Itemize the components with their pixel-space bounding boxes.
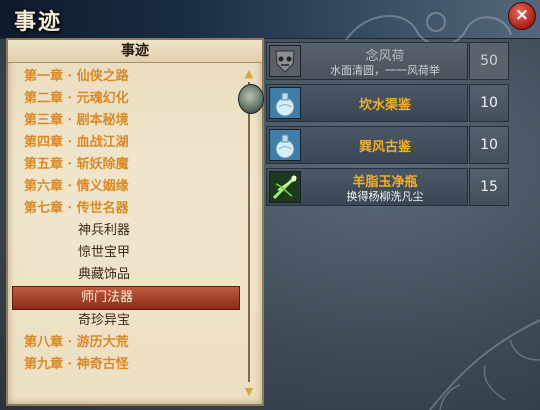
chapter-panel: 事迹 第一章 · 仙侠之路 第二章 · 元魂幻化 第三章 · 剧本秘境 第四章 · 血… xyxy=(6,38,264,406)
item-description: 换得杨柳洗凡尘 xyxy=(346,190,424,203)
scrollbar[interactable]: ▲ ▼ xyxy=(238,68,264,398)
list-item-label: 典藏饰品 xyxy=(78,267,131,282)
item-quantity: 10 xyxy=(469,84,509,122)
list-item-label: 第七章 · 传世名器 xyxy=(24,201,129,216)
item-quantity: 50 xyxy=(469,42,509,80)
reward-item[interactable]: 羊脂玉净瓶 换得杨柳洗凡尘 xyxy=(266,168,468,206)
list-item-label: 第九章 · 神奇古怪 xyxy=(24,357,129,372)
list-item-label: 第六章 · 情义姻缘 xyxy=(24,179,129,194)
scroll-down-arrow-icon[interactable]: ▼ xyxy=(242,386,256,398)
chapter-list: 第一章 · 仙侠之路 第二章 · 元魂幻化 第三章 · 剧本秘境 第四章 · 血战江湖… xyxy=(10,66,242,376)
panel-header: 事迹 xyxy=(8,40,262,63)
gourd-vase-icon[interactable] xyxy=(269,129,301,161)
reward-row[interactable]: 羊脂玉净瓶 换得杨柳洗凡尘 15 xyxy=(266,168,509,206)
item-quantity: 10 xyxy=(469,126,509,164)
scroll-track xyxy=(248,82,250,382)
reward-item[interactable]: 念风荷 水面清圆，一一风荷举 xyxy=(266,42,468,80)
chapter-item[interactable]: 第七章 · 传世名器 xyxy=(10,198,242,220)
list-item-label: 第五章 · 斩妖除魔 xyxy=(24,157,129,172)
scroll-thumb[interactable] xyxy=(238,84,264,114)
chapter-item[interactable]: 第五章 · 斩妖除魔 xyxy=(10,154,242,176)
list-item-label: 第三章 · 剧本秘境 xyxy=(24,113,129,128)
list-item-label: 惊世宝甲 xyxy=(78,245,131,260)
item-name: 巽风古鉴 xyxy=(358,140,411,155)
chapter-item[interactable]: 第四章 · 血战江湖 xyxy=(10,132,242,154)
reward-item[interactable]: 巽风古鉴 xyxy=(266,126,468,164)
list-item-label: 第二章 · 元魂幻化 xyxy=(24,91,129,106)
branch-decoration xyxy=(429,319,540,410)
item-description: 水面清圆，一一风荷举 xyxy=(330,64,440,77)
window-title: 事迹 xyxy=(14,9,63,35)
gourd-vase-icon[interactable] xyxy=(269,87,301,119)
chapter-item[interactable]: 第二章 · 元魂幻化 xyxy=(10,88,242,110)
chapter-item[interactable]: 第六章 · 情义姻缘 xyxy=(10,176,242,198)
item-name: 坎水渠鉴 xyxy=(358,98,411,113)
title-bar: 事迹 × xyxy=(0,0,540,46)
reward-list: 念风荷 水面清圆，一一风荷举 50 坎水渠鉴 10 巽风古鉴 10 羊脂玉净瓶 换得杨柳洗凡尘 1… xyxy=(266,42,509,210)
item-quantity: 15 xyxy=(469,168,509,206)
subchapter-item[interactable]: 神兵利器 xyxy=(10,220,242,242)
list-item-label: 第四章 · 血战江湖 xyxy=(24,135,129,150)
subchapter-item[interactable]: 惊世宝甲 xyxy=(10,242,242,264)
reward-row[interactable]: 巽风古鉴 10 xyxy=(266,126,509,164)
subchapter-item[interactable]: 典藏饰品 xyxy=(10,264,242,286)
subchapter-item[interactable]: 奇珍异宝 xyxy=(10,310,242,332)
chapter-item[interactable]: 第八章 · 游历大荒 xyxy=(10,332,242,354)
list-item-label: 奇珍异宝 xyxy=(78,313,131,328)
list-item-label: 师门法器 xyxy=(81,290,134,305)
list-item-label: 第八章 · 游历大荒 xyxy=(24,335,129,350)
list-item-label: 神兵利器 xyxy=(78,223,131,238)
close-button[interactable]: × xyxy=(508,2,536,30)
chapter-item[interactable]: 第一章 · 仙侠之路 xyxy=(10,66,242,88)
reward-item[interactable]: 坎水渠鉴 xyxy=(266,84,468,122)
chapter-item[interactable]: 第三章 · 剧本秘境 xyxy=(10,110,242,132)
chapter-item[interactable]: 第九章 · 神奇古怪 xyxy=(10,354,242,376)
reward-row[interactable]: 坎水渠鉴 10 xyxy=(266,84,509,122)
reward-row[interactable]: 念风荷 水面清圆，一一风荷举 50 xyxy=(266,42,509,80)
green-willow-icon[interactable] xyxy=(269,171,301,203)
list-item-label: 第一章 · 仙侠之路 xyxy=(24,69,129,84)
subchapter-item[interactable]: 师门法器 xyxy=(12,286,240,310)
shield-mask-icon[interactable] xyxy=(269,45,301,77)
scroll-up-arrow-icon[interactable]: ▲ xyxy=(242,68,256,80)
